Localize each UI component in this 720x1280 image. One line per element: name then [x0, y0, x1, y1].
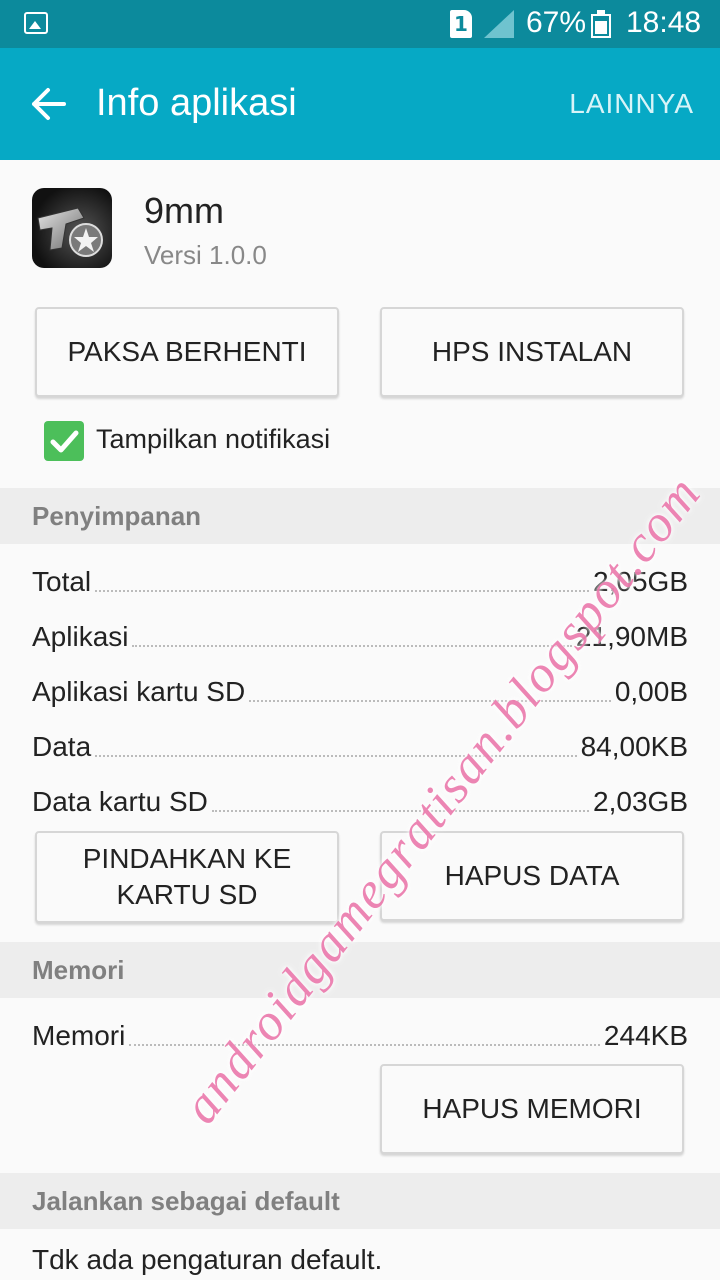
storage-row-data: Data 84,00KB [32, 723, 688, 763]
storage-row-app-sd: Aplikasi kartu SD 0,00B [32, 668, 688, 708]
battery-percent: 67% [526, 6, 587, 39]
row-label: Aplikasi kartu SD [32, 676, 246, 707]
back-arrow-icon[interactable] [28, 86, 68, 122]
defaults-section-header: Jalankan sebagai default [0, 1173, 720, 1229]
image-notification-icon [24, 12, 48, 34]
row-label: Aplikasi [32, 621, 129, 652]
signal-icon [484, 10, 514, 38]
status-bar: 1 67% 18:48 [0, 0, 720, 48]
app-bar: Info aplikasi LAINNYA [0, 48, 720, 160]
storage-row-total: Total 2,05GB [32, 558, 688, 598]
app-version: Versi 1.0.0 [144, 240, 267, 270]
storage-section-header: Penyimpanan [0, 488, 720, 544]
uninstall-button[interactable]: HPS INSTALAN [380, 307, 684, 397]
row-value: 2,03GB [593, 786, 688, 817]
row-label: Memori [32, 1020, 126, 1051]
row-label: Data [32, 731, 92, 762]
row-label: Total [32, 566, 92, 597]
app-icon [32, 188, 112, 268]
notification-label: Tampilkan notifikasi [96, 424, 331, 454]
clock: 18:48 [626, 6, 702, 39]
row-value: 2,05GB [593, 566, 688, 597]
row-label: Data kartu SD [32, 786, 208, 817]
notification-checkbox[interactable] [44, 421, 84, 461]
row-value: 21,90MB [575, 621, 688, 652]
clear-data-button[interactable]: HAPUS DATA [380, 831, 684, 921]
more-button[interactable]: LAINNYA [569, 88, 694, 120]
force-stop-button[interactable]: PAKSA BERHENTI [35, 307, 339, 397]
page-title: Info aplikasi [96, 82, 297, 124]
clear-cache-button[interactable]: HAPUS MEMORI [380, 1064, 684, 1154]
row-value: 84,00KB [580, 731, 688, 762]
storage-row-app: Aplikasi 21,90MB [32, 613, 688, 653]
sim-1-icon: 1 [450, 10, 472, 38]
battery-icon [591, 10, 611, 38]
memory-section-header: Memori [0, 942, 720, 998]
app-name: 9mm [144, 190, 224, 231]
row-value: 244KB [603, 1020, 688, 1051]
row-value: 0,00B [614, 676, 688, 707]
memory-row: Memori 244KB [32, 1012, 688, 1052]
storage-row-data-sd: Data kartu SD 2,03GB [32, 778, 688, 818]
defaults-text: Tdk ada pengaturan default. [32, 1244, 383, 1275]
move-to-sd-button[interactable]: PINDAHKAN KE KARTU SD [35, 831, 339, 923]
